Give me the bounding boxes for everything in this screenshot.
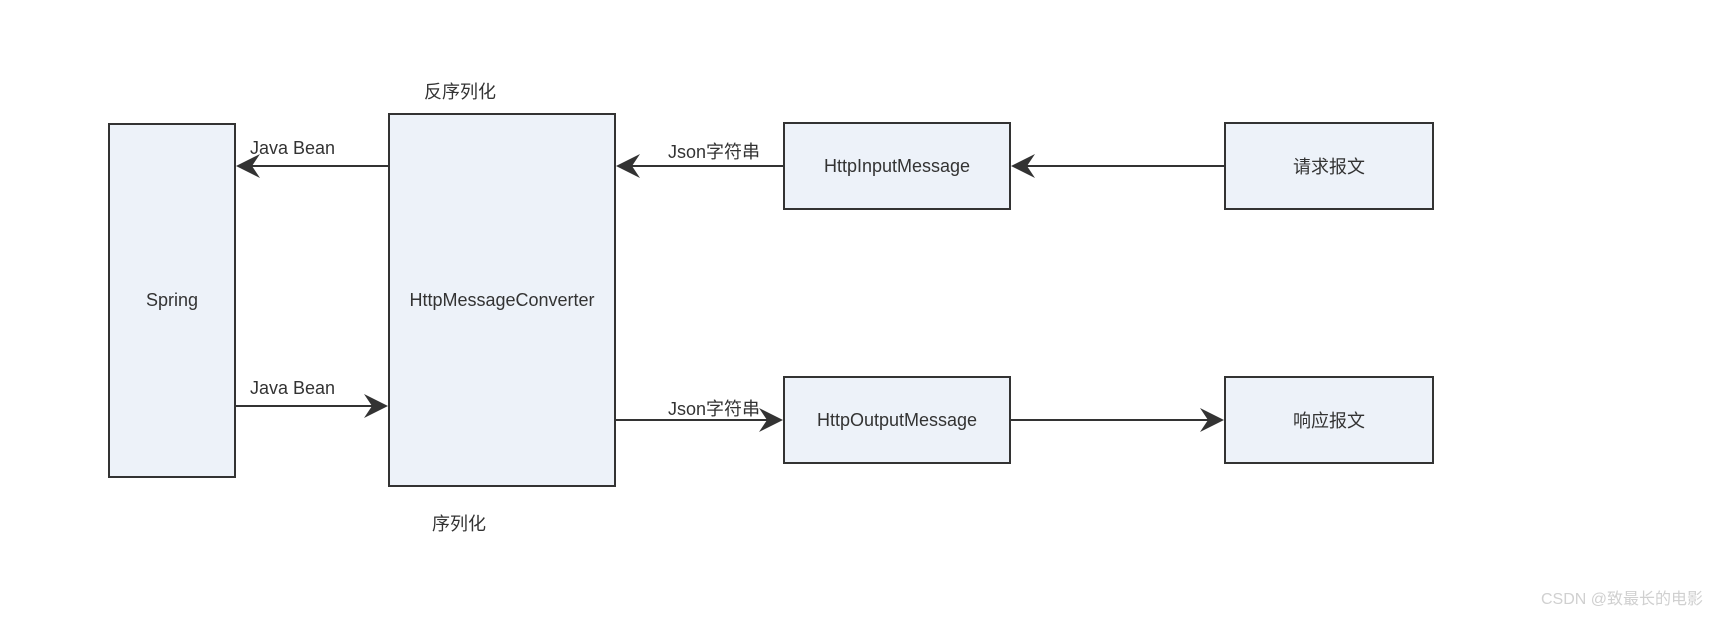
box-request-label: 请求报文: [1293, 153, 1365, 179]
label-javabean-top: Java Bean: [250, 138, 335, 159]
box-input-label: HttpInputMessage: [824, 156, 970, 177]
watermark: CSDN @致最长的电影: [1541, 585, 1703, 609]
label-top-header: 反序列化: [424, 78, 496, 104]
box-response-label: 响应报文: [1293, 407, 1365, 433]
label-json-top: Json字符串: [668, 138, 760, 164]
label-bottom-header: 序列化: [432, 510, 486, 536]
box-input: HttpInputMessage: [783, 122, 1011, 210]
box-output: HttpOutputMessage: [783, 376, 1011, 464]
box-request: 请求报文: [1224, 122, 1434, 210]
diagram-arrows: [0, 0, 1723, 624]
label-json-bottom: Json字符串: [668, 395, 760, 421]
box-converter-label: HttpMessageConverter: [409, 290, 594, 311]
box-spring-label: Spring: [146, 290, 198, 311]
label-javabean-bottom: Java Bean: [250, 378, 335, 399]
box-response: 响应报文: [1224, 376, 1434, 464]
box-output-label: HttpOutputMessage: [817, 410, 977, 431]
box-spring: Spring: [108, 123, 236, 478]
box-converter: HttpMessageConverter: [388, 113, 616, 487]
